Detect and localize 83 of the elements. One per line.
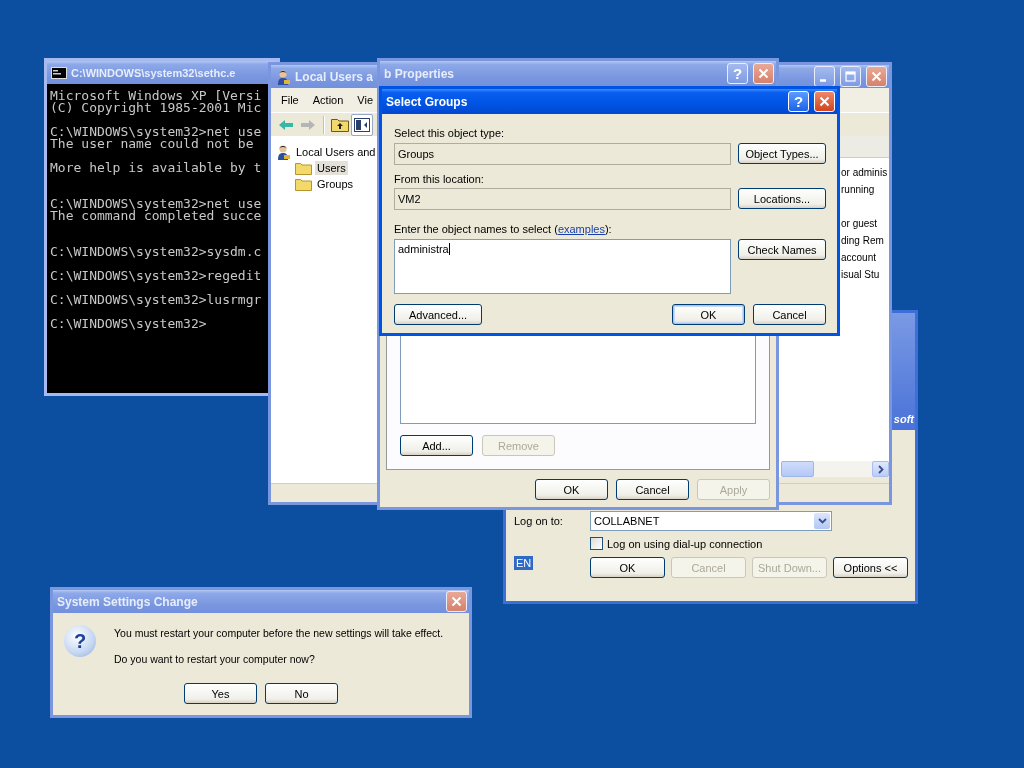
close-icon: [758, 68, 769, 79]
question-text: Do you want to restart your computer now?: [114, 652, 316, 666]
folder-up-icon: [331, 117, 349, 132]
help-button[interactable]: ?: [788, 91, 809, 112]
back-arrow-icon: [278, 118, 294, 131]
window-title: Local Users a: [295, 69, 374, 84]
console-line: (C) Copyright 1985-2001 Mic: [50, 102, 262, 114]
folder-icon: [295, 177, 312, 191]
list-cell: account: [841, 252, 877, 263]
console-line: C:\WINDOWS\system32>sysdm.c: [50, 246, 262, 258]
close-button[interactable]: [446, 591, 467, 612]
field-label: Enter the object names to select (examples):: [394, 222, 612, 236]
console-line: The command completed succe: [50, 210, 262, 222]
close-icon: [451, 596, 462, 607]
maximize-icon: [845, 71, 856, 82]
question-icon: ?: [64, 625, 96, 657]
window-title: b Properties: [384, 66, 455, 81]
cancel-button[interactable]: Cancel: [753, 304, 826, 325]
ok-button[interactable]: OK: [590, 557, 665, 578]
console-line: C:\WINDOWS\system32>net use: [50, 126, 262, 138]
close-button[interactable]: [866, 66, 887, 87]
minimize-icon: [819, 79, 826, 82]
chevron-right-icon: [877, 464, 884, 474]
horizontal-scrollbar[interactable]: [781, 461, 889, 477]
user-icon: [275, 144, 291, 160]
names-input[interactable]: administra: [394, 239, 731, 294]
options-button[interactable]: Options <<: [833, 557, 908, 578]
console-line: More help is available by t: [50, 162, 262, 174]
advanced-button[interactable]: Advanced...: [394, 304, 482, 325]
check-names-button[interactable]: Check Names: [738, 239, 826, 260]
tree-item[interactable]: Users: [315, 161, 348, 175]
chevron-down-icon: [817, 518, 827, 524]
console-line: C:\WINDOWS\system32>net use: [50, 198, 262, 210]
close-icon: [819, 96, 830, 107]
console-line: Microsoft Windows XP [Versi: [50, 90, 262, 102]
domain-dropdown[interactable]: COLLABNET: [590, 511, 832, 531]
folder-icon: [295, 161, 312, 175]
ok-button[interactable]: OK: [535, 479, 608, 500]
minimize-button[interactable]: [814, 66, 835, 87]
window-title: C:\WINDOWS\system32\sethc.e: [71, 66, 236, 79]
scrollbar-thumb[interactable]: [781, 461, 814, 477]
list-cell: or guest: [841, 218, 878, 229]
checkbox-label: Log on using dial-up connection: [607, 537, 763, 550]
object-types-button[interactable]: Object Types...: [738, 143, 826, 164]
banner-text: soft: [893, 413, 914, 425]
console-line: C:\WINDOWS\system32>: [50, 318, 207, 330]
menu-item[interactable]: Vie: [357, 94, 373, 106]
toolbar-button[interactable]: [351, 113, 373, 136]
panes-icon: [354, 117, 370, 132]
checkbox[interactable]: [590, 537, 603, 550]
field-label: From this location:: [394, 172, 484, 186]
no-button[interactable]: No: [265, 683, 338, 704]
field-label: Select this object type:: [394, 126, 505, 140]
list-cell: or adminis: [841, 167, 888, 178]
field-label: Log on to:: [514, 515, 564, 527]
list-cell: running: [841, 184, 875, 195]
add-button[interactable]: Add...: [400, 435, 473, 456]
console-line: C:\WINDOWS\system32>regedit: [50, 270, 262, 282]
console-icon: [51, 66, 67, 79]
tree-item[interactable]: Local Users and: [294, 145, 378, 159]
close-button[interactable]: [753, 63, 774, 84]
ok-button[interactable]: OK: [672, 304, 745, 325]
console-line: The user name could not be: [50, 138, 254, 150]
maximize-button[interactable]: [840, 66, 861, 87]
forward-arrow-icon: [300, 118, 316, 131]
list-cell: ding Rem: [841, 235, 884, 246]
window-title: System Settings Change: [57, 594, 198, 609]
language-indicator[interactable]: EN: [514, 556, 534, 570]
location-field: VM2: [394, 188, 731, 210]
scroll-right-button[interactable]: [872, 461, 889, 477]
object-type-field: Groups: [394, 143, 731, 165]
cancel-button[interactable]: Cancel: [616, 479, 689, 500]
menu-item[interactable]: Action: [312, 94, 344, 106]
menu-item[interactable]: File: [281, 94, 299, 106]
list-cell: isual Stu: [841, 269, 880, 280]
window-title: Select Groups: [386, 94, 468, 109]
user-icon: [275, 68, 291, 85]
yes-button[interactable]: Yes: [184, 683, 257, 704]
tree-item[interactable]: Groups: [315, 177, 356, 191]
message-text: You must restart your computer before the new settings will take effect.: [114, 626, 444, 640]
close-icon: [871, 71, 882, 82]
console-line: C:\WINDOWS\system32>lusrmgr: [50, 294, 262, 306]
locations-button[interactable]: Locations...: [738, 188, 826, 209]
